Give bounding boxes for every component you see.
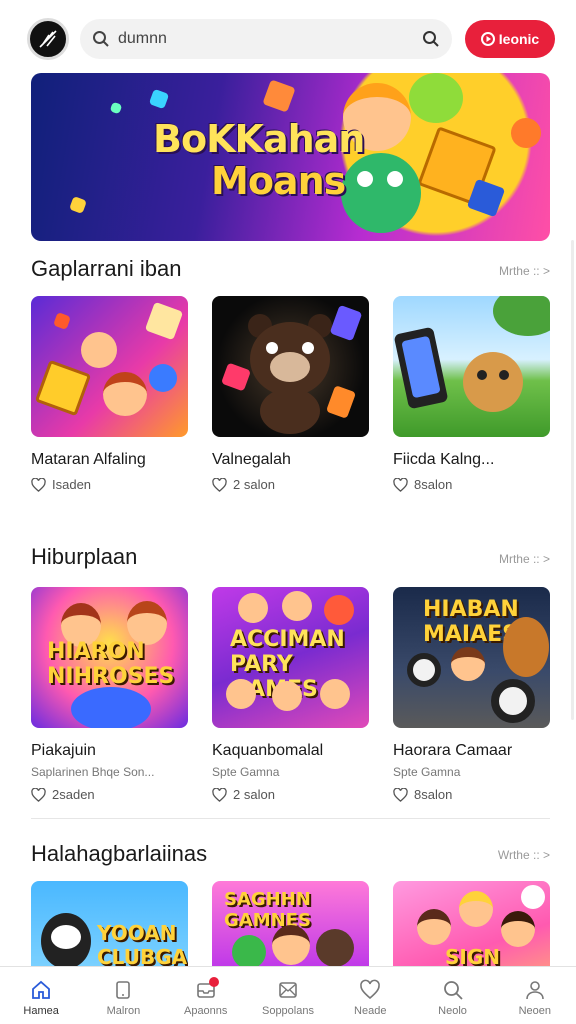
game-thumbnail [31,296,188,437]
game-thumbnail: ACCIMAN PARY GAMES [212,587,369,728]
play-icon [480,32,495,46]
like-row: Isaden [31,477,188,492]
like-row: 2saden [31,787,188,802]
person-icon [526,981,544,1000]
section-more-link-1[interactable]: Mrthe :: > [499,264,550,278]
bottom-nav: Hamea Malron Apaonns Soppolans Neade Neo… [0,966,576,1024]
nav-label: Neolo [438,1005,467,1017]
game-subtitle: Saplarinen Bhqe Son... [31,765,155,779]
nav-label: Malron [106,1005,141,1017]
like-row: 8salon [393,787,550,802]
hero-title-line1: BoKKahan [153,117,365,161]
feather-icon [39,30,57,48]
heart-icon[interactable] [31,787,46,802]
game-thumbnail [393,296,550,437]
game-title: Kaquanbomalal [212,742,324,759]
game-title: Valnegalah [212,451,291,468]
nav-label: Neoen [518,1005,552,1017]
section-title-1: Gaplarrani iban [31,256,182,281]
heart-icon[interactable] [393,787,408,802]
thumbnail-title-art: YOOAN CLUBGAMES [97,921,188,969]
hero-banner[interactable]: BoKKahan Moans [31,73,550,241]
game-thumbnail: HIABAN MAIAES [393,587,550,728]
home-icon [32,980,51,999]
heart-icon[interactable] [212,477,227,492]
heart-icon[interactable] [212,787,227,802]
app-logo[interactable] [27,18,69,60]
search-submit-icon[interactable] [422,30,440,48]
hero-title-line2: Moans [211,159,346,203]
section-more-link-2[interactable]: Mrthe :: > [499,552,550,566]
game-subtitle: Spte Gamna [212,765,280,779]
section-title-3: Halahagbarlaiinas [31,841,208,866]
game-card[interactable]: Fiicda Kalng... 8salon [393,296,550,492]
nav-item-malron[interactable]: Malron [82,967,164,1024]
like-count: 2saden [52,787,95,802]
search-icon [93,31,109,47]
game-subtitle: Spte Gamna [393,765,461,779]
section-title-2: Hiburplaan [31,544,138,569]
envelope-icon [279,982,297,998]
like-count: 2 salon [233,477,275,492]
nav-label: Soppolans [261,1005,314,1017]
game-title: Mataran Alfaling [31,451,146,468]
like-count: 2 salon [233,787,275,802]
game-thumbnail [212,296,369,437]
like-row: 2 salon [212,787,369,802]
top-bar: dumnn Ieonic [0,0,576,72]
like-row: 8salon [393,477,550,492]
game-card[interactable]: HIABAN MAIAES Haorara Camaar Spte Gamna … [393,587,550,802]
header-action-button[interactable]: Ieonic [465,20,555,58]
game-title: Haorara Camaar [393,742,513,759]
nav-item-apaonns[interactable]: Apaonns [165,967,247,1024]
nav-item-soppolans[interactable]: Soppolans [247,967,329,1024]
nav-label: Hamea [23,1005,59,1017]
game-card[interactable]: HIARON NIHROSES Piakajuin Saplarinen Bhq… [31,587,188,802]
game-title: Fiicda Kalng... [393,451,495,468]
tablet-icon [116,981,131,999]
heart-icon [360,979,381,1000]
search-icon [443,981,463,1000]
nav-item-neolo[interactable]: Neolo [411,967,493,1024]
game-thumbnail: HIARON NIHROSES [31,587,188,728]
search-input[interactable]: dumnn [118,30,422,48]
scrollbar[interactable] [571,240,574,720]
like-count: 8salon [414,787,453,802]
game-card[interactable]: Valnegalah 2 salon [212,296,369,492]
heart-icon[interactable] [393,477,408,492]
section-more-link-3[interactable]: Wrthe :: > [498,848,550,862]
thumbnail-title-art: SAGHHN GAMNES [224,889,311,931]
notification-badge [208,977,219,987]
nav-label: Apaonns [183,1005,228,1017]
like-count: Isaden [52,477,92,492]
like-row: 2 salon [212,477,369,492]
game-card[interactable]: Mataran Alfaling Isaden [31,296,188,492]
thumbnail-title-art: HIARON NIHROSES [47,639,175,689]
heart-icon[interactable] [31,477,46,492]
nav-item-neade[interactable]: Neade [329,967,411,1024]
game-card[interactable]: ACCIMAN PARY GAMES Kaquanbomalal Spte Ga… [212,587,369,802]
game-title: Piakajuin [31,742,96,759]
nav-item-home[interactable]: Hamea [0,967,82,1024]
header-action-label: Ieonic [498,31,540,47]
nav-item-neoen[interactable]: Neoen [494,967,576,1024]
like-count: 8salon [414,477,453,492]
section-divider [31,818,550,819]
search-bar[interactable]: dumnn [80,19,452,59]
nav-label: Neade [354,1005,387,1017]
